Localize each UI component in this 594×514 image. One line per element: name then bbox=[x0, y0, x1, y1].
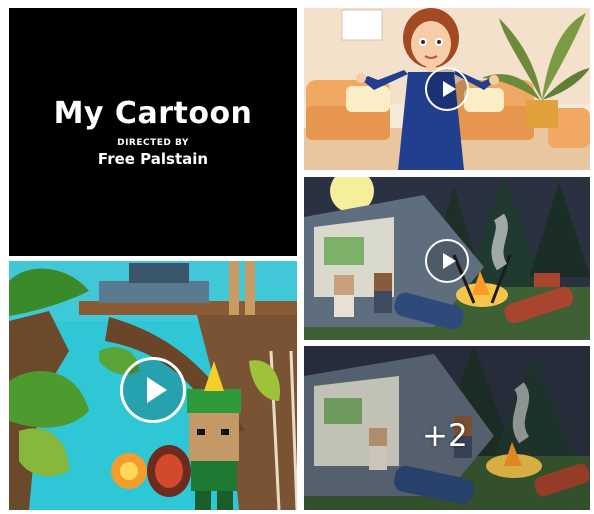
play-icon bbox=[443, 81, 456, 97]
cartoon-title: My Cartoon bbox=[53, 96, 253, 131]
video-thumbnail-campsite[interactable] bbox=[304, 177, 590, 340]
video-thumbnail-treehouse[interactable] bbox=[9, 261, 297, 510]
director-name: Free Palstain bbox=[97, 150, 209, 168]
play-button[interactable] bbox=[425, 239, 469, 283]
more-videos-thumbnail[interactable]: +2 bbox=[304, 346, 590, 510]
play-button[interactable] bbox=[425, 67, 469, 111]
directed-by-label: DIRECTED BY bbox=[117, 138, 189, 148]
video-thumbnail-presenter[interactable] bbox=[304, 8, 590, 170]
play-icon bbox=[443, 253, 456, 269]
play-icon bbox=[147, 377, 167, 403]
play-button[interactable] bbox=[120, 357, 186, 423]
title-card-thumbnail[interactable]: My Cartoon DIRECTED BY Free Palstain bbox=[9, 8, 297, 256]
more-videos-count: +2 bbox=[422, 418, 468, 454]
